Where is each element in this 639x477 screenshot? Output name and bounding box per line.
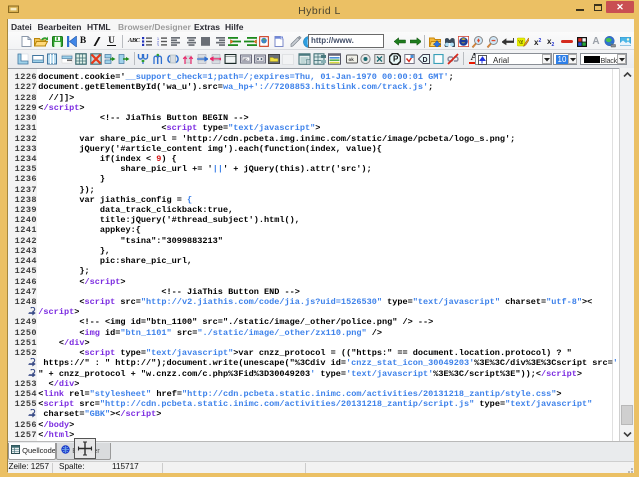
svg-text:P: P: [393, 55, 399, 64]
svg-text:D: D: [423, 57, 428, 64]
svg-text:ab: ab: [243, 57, 248, 62]
svg-text:ok: ok: [349, 57, 355, 62]
svg-text:3: 3: [157, 43, 159, 45]
